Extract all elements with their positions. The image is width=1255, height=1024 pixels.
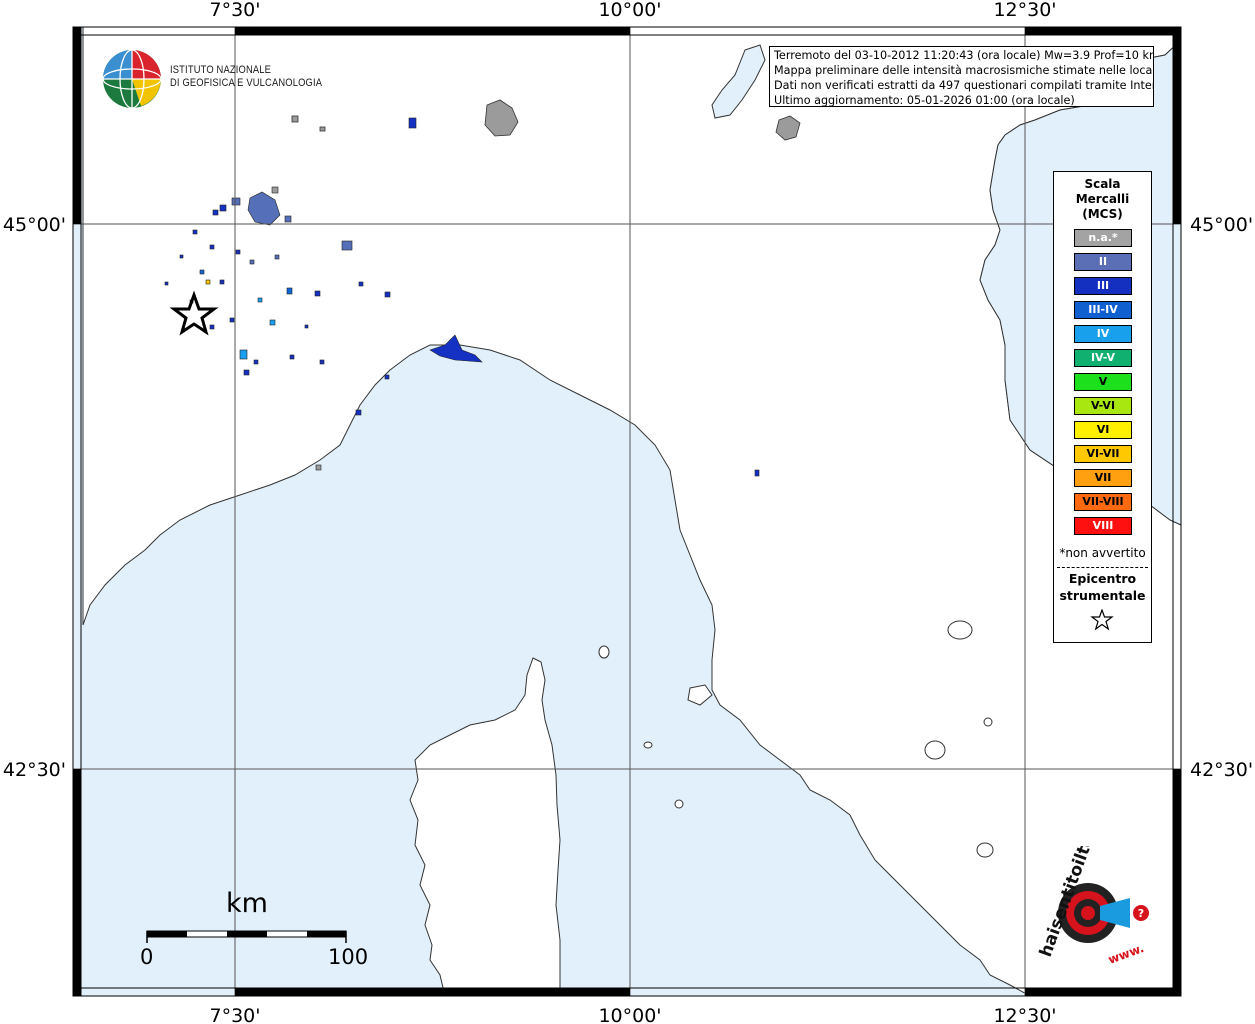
- lon-label-bottom-1: 7°30': [210, 1005, 261, 1024]
- scale-end: 100: [328, 945, 369, 969]
- event-info-line4: Ultimo aggiornamento: 05-01-2026 01:00 (…: [774, 94, 1075, 107]
- event-info-line1: Terremoto del 03-10-2012 11:20:43 (ora l…: [774, 49, 1154, 62]
- legend-swatch: III-IV: [1074, 301, 1132, 319]
- legend-swatch: VIII: [1074, 517, 1132, 535]
- lat-label-left-1: 45°00': [3, 214, 66, 236]
- star-outline-icon: [1090, 609, 1114, 631]
- intensity-legend: Scala Mercalli (MCS) n.a.* II III III-IV IV I…: [1053, 171, 1152, 643]
- legend-epicenter-label: Epicentro strumentale: [1059, 571, 1146, 603]
- svg-text:?: ?: [1138, 907, 1144, 920]
- hst-logo[interactable]: ? haisentitoilterremoto.it www.: [1030, 846, 1162, 976]
- hst-logo-www: www.: [1106, 941, 1146, 967]
- legend-title: Scala Mercalli (MCS): [1075, 177, 1130, 221]
- scale-start: 0: [140, 945, 154, 969]
- legend-swatch: V: [1074, 373, 1132, 391]
- legend-swatch: III: [1074, 277, 1132, 295]
- legend-note: *non avvertito: [1059, 546, 1146, 560]
- legend-swatch: n.a.*: [1074, 229, 1132, 247]
- lat-label-left-2: 42°30': [3, 759, 66, 781]
- legend-divider: [1057, 567, 1148, 568]
- legend-swatch: IV-V: [1074, 349, 1132, 367]
- lat-label-right-2: 42°30': [1190, 759, 1253, 781]
- lon-label-top-1: 7°30': [210, 0, 261, 21]
- legend-swatch: VII-VIII: [1074, 493, 1132, 511]
- ingv-globe-logo: [102, 49, 162, 109]
- legend-swatch: VI: [1074, 421, 1132, 439]
- legend-swatch: IV: [1074, 325, 1132, 343]
- lat-label-right-1: 45°00': [1190, 214, 1253, 236]
- event-info-line3: Dati non verificati estratti da 497 ques…: [774, 79, 1154, 92]
- lon-label-top-2: 10°00': [598, 0, 661, 21]
- lon-label-top-3: 12°30': [993, 0, 1056, 21]
- ingv-name-line1: ISTITUTO NAZIONALE: [170, 64, 272, 76]
- legend-swatch: VI-VII: [1074, 445, 1132, 463]
- event-info-line2: Mappa preliminare delle intensità macros…: [774, 64, 1154, 77]
- legend-swatch: VII: [1074, 469, 1132, 487]
- lon-label-bottom-3: 12°30': [993, 1005, 1056, 1024]
- ingv-name-line2: DI GEOFISICA E VULCANOLOGIA: [170, 77, 323, 89]
- lon-label-bottom-2: 10°00': [598, 1005, 661, 1024]
- event-info-box: Terremoto del 03-10-2012 11:20:43 (ora l…: [769, 46, 1154, 107]
- scale-unit: km: [226, 888, 268, 919]
- ingv-name: ISTITUTO NAZIONALE DI GEOFISICA E VULCAN…: [170, 64, 322, 90]
- legend-swatch: II: [1074, 253, 1132, 271]
- legend-swatch: V-VI: [1074, 397, 1132, 415]
